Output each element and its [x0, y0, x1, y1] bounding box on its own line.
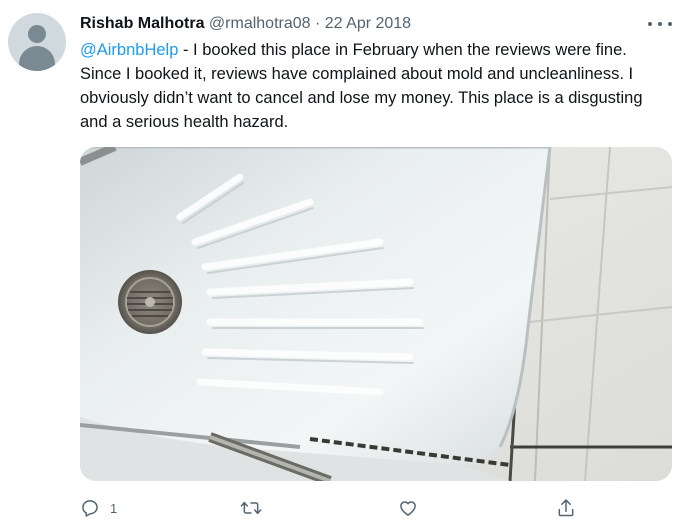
retweet-button[interactable]: [240, 496, 262, 520]
tweet-photo[interactable]: [80, 147, 672, 481]
author-name[interactable]: Rishab Malhotra: [80, 15, 204, 32]
reply-icon: [82, 500, 98, 517]
author-handle[interactable]: @rmalhotra08: [209, 15, 311, 32]
avatar-head: [28, 25, 46, 43]
more-dot: [648, 22, 652, 26]
more-dot: [668, 22, 672, 26]
avatar-body: [19, 46, 55, 71]
heart-icon: [400, 501, 416, 516]
tweet-header: Rishab Malhotra @rmalhotra08 · 22 Apr 20…: [80, 12, 411, 36]
default-avatar-icon[interactable]: [8, 13, 66, 71]
shower-tray-photo: [80, 147, 672, 481]
tweet-date[interactable]: 22 Apr 2018: [325, 15, 411, 32]
reply-count: 1: [110, 500, 118, 516]
mention-link[interactable]: @AirbnbHelp: [80, 41, 178, 59]
like-button[interactable]: [398, 496, 418, 520]
retweet-icon: [240, 501, 262, 515]
share-icon: [558, 499, 574, 517]
more-options-icon[interactable]: [648, 14, 672, 34]
more-dot: [658, 22, 662, 26]
tweet-text: @AirbnbHelp - I booked this place in Feb…: [80, 38, 672, 134]
tweet-actions: 1: [80, 496, 672, 520]
share-button[interactable]: [556, 496, 576, 520]
reply-button[interactable]: 1: [80, 496, 117, 520]
tweet: Rishab Malhotra @rmalhotra08 · 22 Apr 20…: [0, 0, 680, 528]
header-separator: ·: [315, 15, 321, 32]
